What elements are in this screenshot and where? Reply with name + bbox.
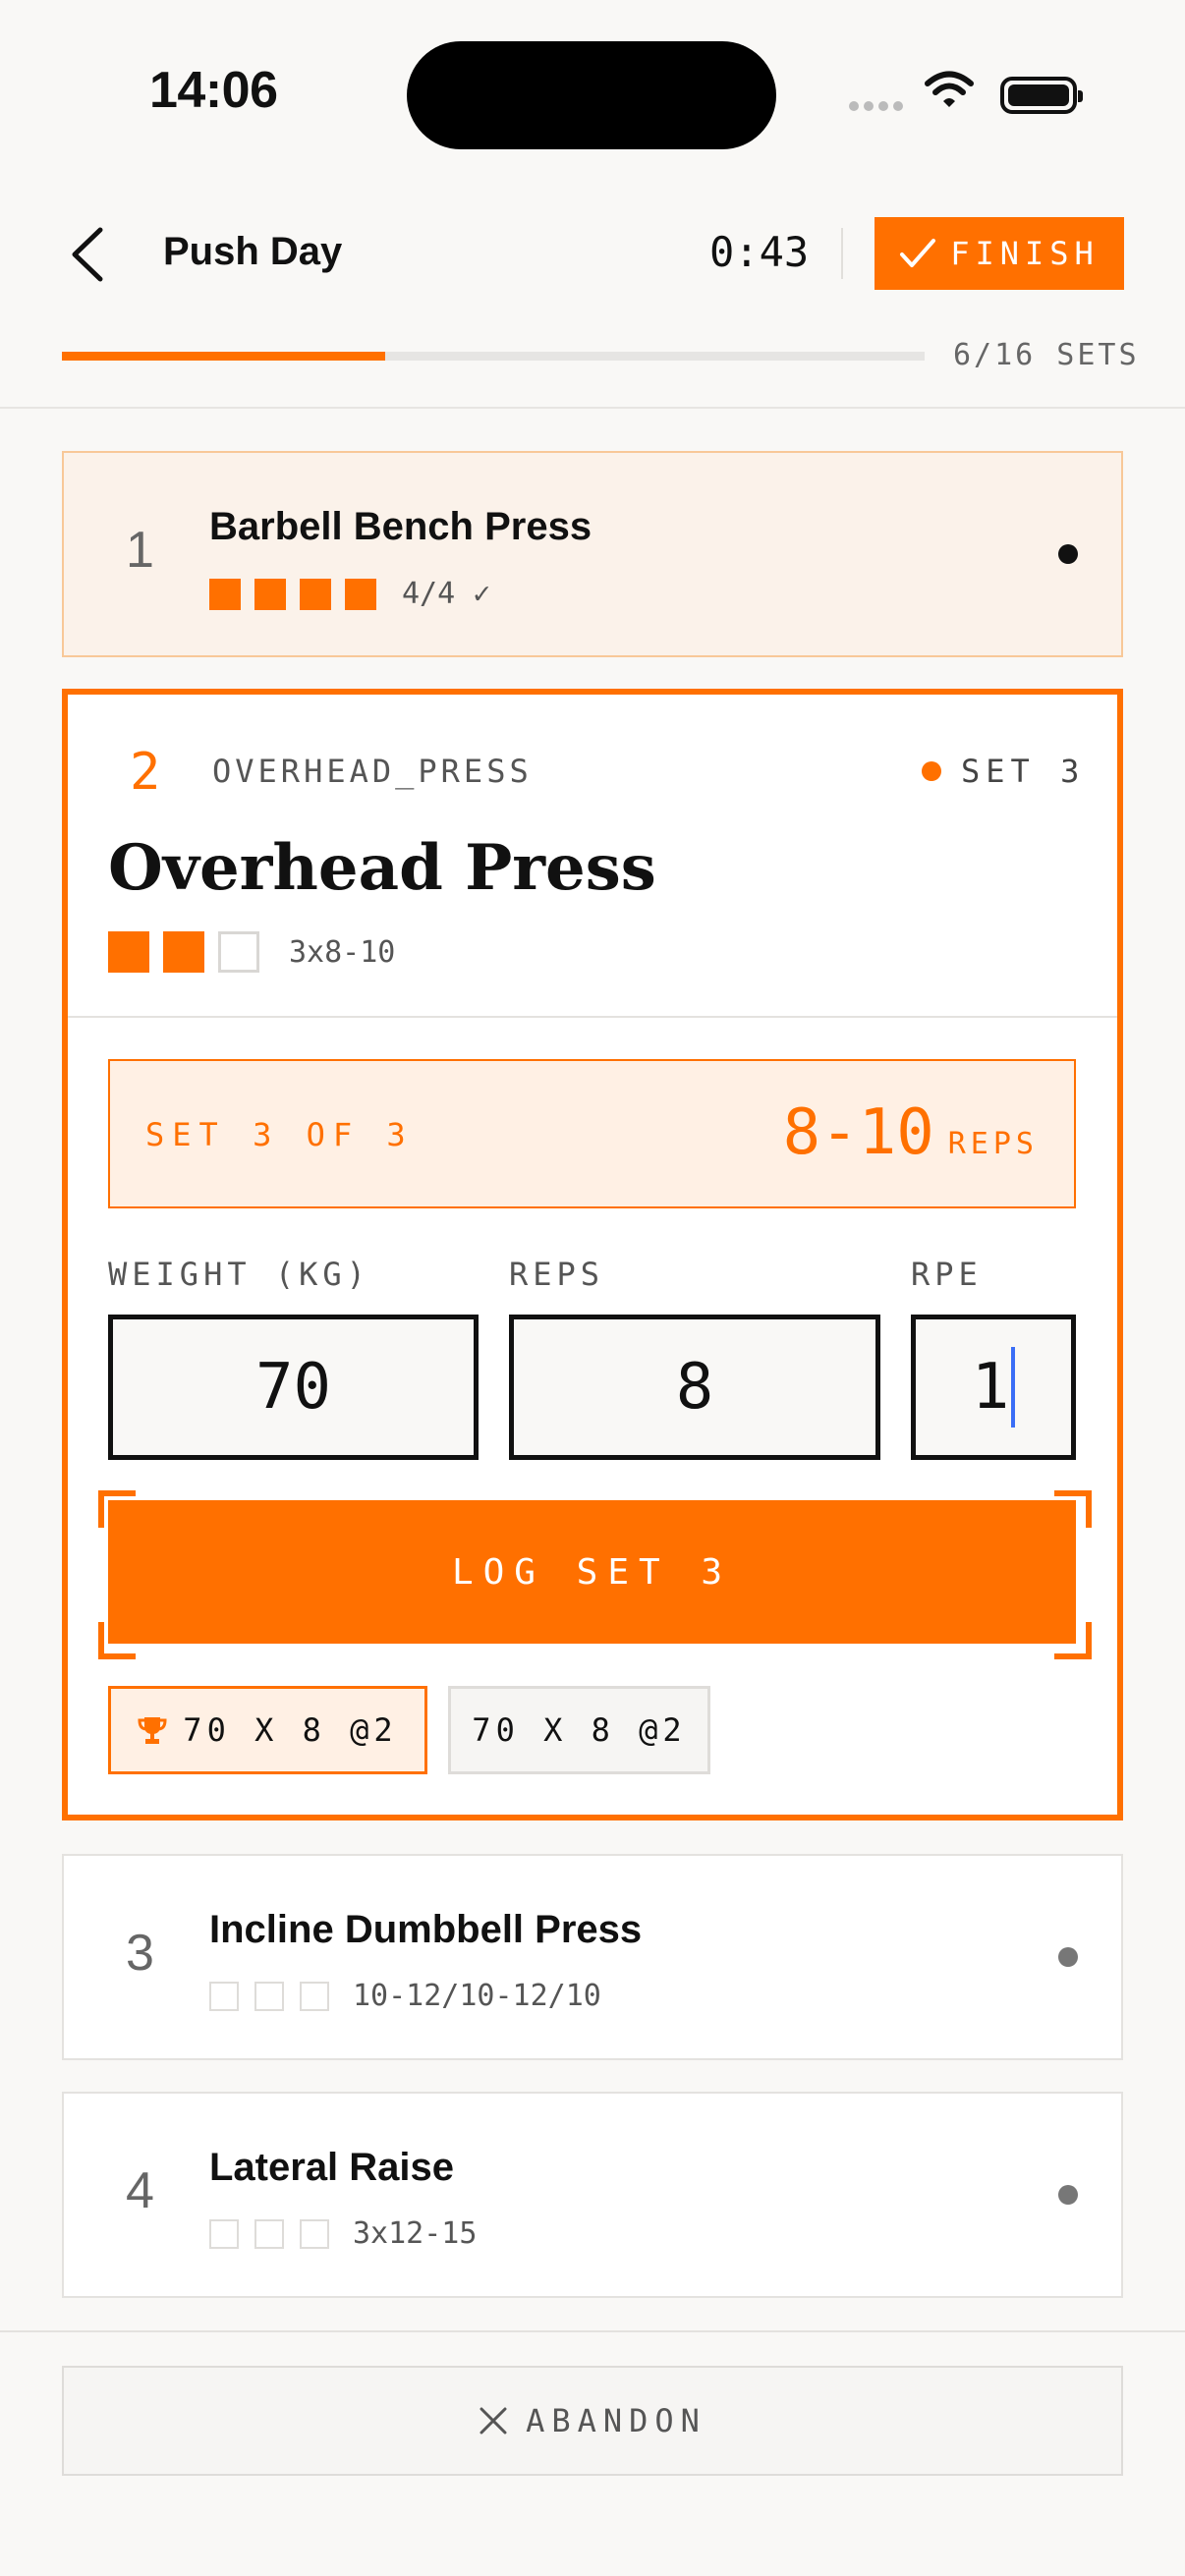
rpe-value: 1 [971,1351,1010,1424]
exercise-number: 4 [126,2162,154,2219]
exercise-card-completed[interactable] [62,451,1123,657]
finish-label: FINISH [950,235,1100,272]
card-divider [68,1016,1117,1018]
set-scheme: 3x12-15 [353,2216,478,2251]
set-complete-square [345,578,376,610]
card-corner-notch [1088,695,1117,724]
card-corner-notch [68,1785,97,1815]
exercise-status-dot [1058,2185,1078,2205]
wifi-icon [924,71,975,115]
rpe-input[interactable]: 1 [911,1315,1076,1460]
set-pending-square [209,1981,239,2011]
target-reps-unit: REPS [947,1127,1039,1161]
exercise-number: 2 [130,743,161,802]
header-divider [841,228,843,279]
target-reps-range: 8-10 [782,1096,934,1169]
focus-bracket [1054,1622,1092,1659]
page-title: Push Day [163,230,343,273]
chevron-left-icon [72,227,103,282]
set-complete-square [254,578,286,610]
set-scheme: 3x8-10 [289,934,396,970]
set-progress-dots: 3x12-15 [209,2216,477,2251]
exercise-name: Incline Dumbbell Press [209,1908,643,1951]
exercise-status-dot [1058,1947,1078,1967]
status-time: 14:06 [149,62,278,119]
weight-value: 70 [254,1351,332,1424]
target-reps: 8-10 REPS [783,1096,1039,1169]
set-pending-square [300,1981,329,2011]
focus-bracket [1054,1490,1092,1528]
exercise-name: Lateral Raise [209,2146,455,2189]
exercise-name: Barbell Bench Press [209,505,592,548]
exercise-card[interactable] [62,1854,1123,2060]
set-of-label: SET 3 OF 3 [145,1116,414,1153]
weight-input[interactable]: 70 [108,1315,479,1460]
set-pending-square [254,1981,284,2011]
set-pending-square [218,931,259,973]
close-icon [480,2407,507,2435]
text-caret [1011,1347,1016,1428]
set-pending-square [300,2218,329,2249]
cellular-signal-icon [849,98,908,116]
footer-divider [0,2330,1185,2332]
set-complete-square [300,578,331,610]
trophy-icon [138,1717,167,1744]
reps-input[interactable]: 8 [509,1315,880,1460]
card-corner-notch [1088,1785,1117,1815]
set-complete-square [163,931,204,973]
log-set-label: LOG SET 3 [451,1551,733,1593]
exercise-card[interactable] [62,2092,1123,2298]
workout-progress-bar [62,352,925,361]
battery-icon [1000,77,1083,114]
history-chip[interactable]: 70 X 8 @2 [448,1686,710,1774]
history-chip-pr[interactable]: 70 X 8 @2 [108,1686,427,1774]
log-set-button[interactable]: LOG SET 3 [108,1500,1076,1644]
check-icon [900,239,936,267]
set-pending-square [209,2218,239,2249]
current-set-banner: SET 3 OF 3 8-10 REPS [108,1059,1076,1208]
active-dot-icon [922,761,941,781]
workout-timer: 0:43 [709,228,810,276]
rpe-label: RPE [911,1256,983,1293]
dynamic-island [407,41,776,149]
exercise-title: Overhead Press [108,831,656,905]
abandon-label: ABANDON [526,2402,706,2439]
exercise-summary: 4/4 ✓ [402,577,491,611]
abandon-button[interactable]: ABANDON [62,2366,1123,2476]
exercise-number: 1 [126,522,154,579]
focus-bracket [98,1490,136,1528]
set-complete-square [209,578,241,610]
set-progress-dots: 10-12/10-12/10 [209,1979,601,2013]
set-progress-dots: 4/4 ✓ [209,577,490,611]
back-button[interactable] [61,220,120,289]
focus-bracket [98,1622,136,1659]
workout-progress-label: 6/16 SETS [953,338,1140,372]
finish-button[interactable]: FINISH [875,217,1124,290]
history-chip-label: 70 X 8 @2 [472,1711,687,1749]
history-chip-label: 70 X 8 @2 [183,1711,398,1749]
card-corner-notch [68,695,97,724]
weight-label: WEIGHT (KG) [108,1256,370,1293]
set-pending-square [254,2218,284,2249]
workout-progress-fill [62,352,386,361]
header-divider-line [0,407,1185,409]
current-set-indicator: SET 3 [922,753,1085,790]
set-complete-square [108,931,149,973]
exercise-status-dot [1058,544,1078,564]
reps-value: 8 [675,1351,714,1424]
current-set-label: SET 3 [961,753,1086,790]
reps-label: REPS [509,1256,605,1293]
exercise-code: OVERHEAD_PRESS [212,753,533,790]
exercise-number: 3 [126,1925,154,1982]
set-scheme: 10-12/10-12/10 [353,1979,601,2013]
set-progress-dots: 3x8-10 [108,931,395,973]
